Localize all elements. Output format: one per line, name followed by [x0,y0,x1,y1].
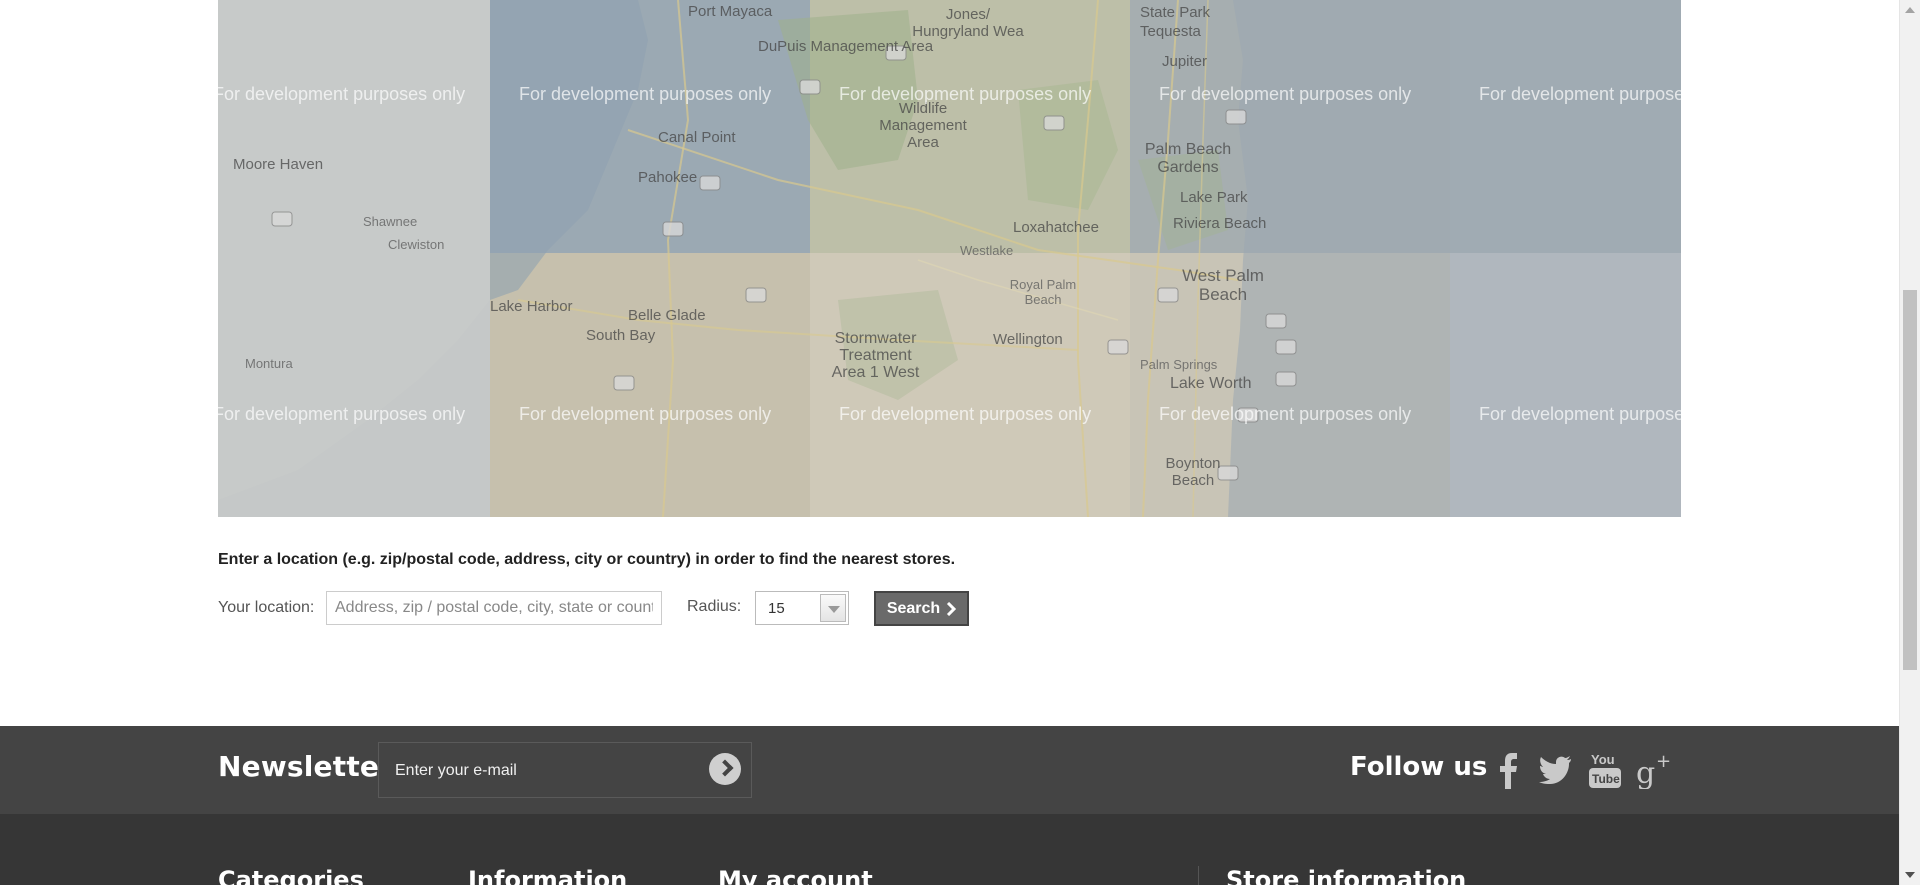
map-label: Westlake [960,243,1014,258]
page-scrollbar[interactable] [1899,0,1920,885]
map-label: Jones/ Hungryland Wea [912,6,1024,40]
footer-col-categories: Categories [218,866,364,894]
map-label: Royal Palm Beach [1009,277,1077,307]
watermark-text: For development purposes only [839,404,1092,424]
map-label: Riviera Beach [1173,215,1267,232]
map-label: Jupiter [1162,53,1208,70]
radius-label: Radius: [687,598,742,615]
watermark-text: For development purposes only [519,84,772,104]
map-label: Port Mayaca [688,3,773,20]
svg-text:+: + [1656,751,1671,772]
watermark-text: For development purposes only [1159,84,1412,104]
scroll-down-icon[interactable] [1905,872,1915,878]
footer-col-information: Information [468,866,628,894]
map-tile [1450,253,1681,517]
map-label: Canal Point [658,129,736,146]
store-map[interactable]: Port Mayaca DuPuis Management Area Jones… [218,0,1681,517]
svg-text:You: You [1591,752,1615,767]
watermark-text: For development purposes only [218,84,466,104]
map-label: Loxahatchee [1013,219,1099,236]
svg-text:Tube: Tube [1592,772,1620,786]
facebook-icon[interactable] [1488,748,1528,792]
map-label: Tequesta [1140,23,1201,40]
follow-us-title: Follow us [1350,752,1488,782]
map-label: Pahokee [638,169,698,186]
map-label: Belle Glade [628,307,706,324]
search-button[interactable]: Search [874,591,969,626]
newsletter-email-input[interactable] [393,759,697,783]
scrollbar-thumb[interactable] [1903,290,1917,670]
map-label: Palm Springs [1140,357,1218,372]
newsletter-title: Newsletter [218,750,394,783]
radius-value: 15 [768,600,785,617]
map-label: Wellington [993,331,1063,348]
map-label: Lake Harbor [490,298,573,315]
newsletter-form [378,742,752,798]
watermark-text: For development purposes only [519,404,772,424]
location-label: Your location: [218,599,315,616]
footer-divider [1198,866,1199,885]
search-button-label: Search [886,599,941,617]
map-label: Lake Park [1180,189,1248,206]
map-label: DuPuis Management Area [758,38,934,55]
youtube-icon[interactable]: You Tube [1585,748,1625,792]
map-label: South Bay [586,327,656,344]
newsletter-submit-button[interactable] [709,753,741,785]
twitter-icon[interactable] [1535,748,1575,792]
location-input[interactable] [326,591,662,625]
map-label: Clewiston [388,237,445,252]
radius-select[interactable]: 15 [755,591,849,625]
map-label: Moore Haven [233,156,324,173]
map-label: Palm Beach Gardens [1144,141,1232,176]
watermark-text: For development purposes only [1159,404,1412,424]
scroll-up-icon[interactable] [1905,7,1915,13]
chevron-right-icon [947,601,957,616]
map-tile [490,253,810,517]
google-plus-icon[interactable]: g + [1634,748,1674,792]
map-tile [218,0,490,517]
watermark-text: For development purposes only [839,84,1092,104]
locator-instructions: Enter a location (e.g. zip/postal code, … [218,551,956,568]
watermark-text: For development purposes only [218,404,466,424]
map-label: Boynton Beach [1165,455,1221,489]
watermark-text: For development purposes only [1479,84,1681,104]
chevron-down-icon[interactable] [820,594,846,622]
watermark-text: For development purposes only [1479,404,1681,424]
svg-text:g: g [1636,756,1655,789]
map-label: State Park [1140,4,1211,21]
map-tile [1450,0,1681,253]
footer-col-my-account: My account [718,866,873,894]
map-label: Lake Worth [1170,375,1252,392]
map-label: West Palm Beach [1182,266,1264,304]
map-label: Stormwater Treatment Area 1 West [831,330,920,381]
map-label: Shawnee [363,214,418,229]
map-label: Montura [245,356,293,371]
map-label: Wildlife Management Area [879,100,967,151]
footer-col-store-information: Store information [1226,866,1467,894]
